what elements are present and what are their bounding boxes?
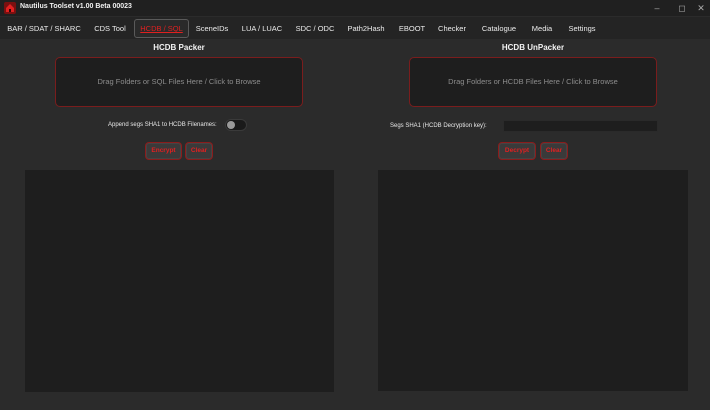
decryption-key-label: Segs SHA1 (HCDB Decryption key): <box>390 123 487 129</box>
title-bar: Nautilus Toolset v1.00 Beta 00023 – ◻ ✕ <box>0 0 710 16</box>
decrypt-button[interactable]: Decrypt <box>499 143 535 159</box>
unpacker-clear-button[interactable]: Clear <box>541 143 567 159</box>
packer-title: HCDB Packer <box>153 43 205 52</box>
tab-catalogue[interactable]: Catalogue <box>478 19 520 38</box>
tab-cds-tool[interactable]: CDS Tool <box>88 19 132 38</box>
toggle-knob <box>227 121 235 129</box>
unpacker-title: HCDB UnPacker <box>501 43 565 52</box>
tab-checker[interactable]: Checker <box>436 19 468 38</box>
tab-eboot[interactable]: EBOOT <box>396 19 428 38</box>
decryption-key-input[interactable] <box>503 120 658 132</box>
tab-sceneids[interactable]: SceneIDs <box>193 19 231 38</box>
app-logo-icon <box>4 2 16 14</box>
tab-media[interactable]: Media <box>528 19 556 38</box>
close-icon[interactable]: ✕ <box>694 1 708 15</box>
packer-dropzone[interactable]: Drag Folders or SQL Files Here / Click t… <box>55 57 303 107</box>
maximize-icon[interactable]: ◻ <box>675 1 689 15</box>
window-title: Nautilus Toolset v1.00 Beta 00023 <box>20 3 132 10</box>
encrypt-button[interactable]: Encrypt <box>146 143 181 159</box>
minimize-icon[interactable]: – <box>650 1 664 15</box>
tab-settings[interactable]: Settings <box>564 19 600 38</box>
append-sha1-toggle[interactable] <box>225 119 247 131</box>
tab-bar-sdat-sharc[interactable]: BAR / SDAT / SHARC <box>6 19 82 38</box>
append-sha1-label: Append segs SHA1 to HCDB Filenames: <box>108 122 217 128</box>
tab-sdc-odc[interactable]: SDC / ODC <box>292 19 338 38</box>
packer-output-area <box>25 170 334 392</box>
packer-clear-button[interactable]: Clear <box>186 143 212 159</box>
tab-bar: BAR / SDAT / SHARC CDS Tool HCDB / SQL S… <box>0 17 710 39</box>
tab-hcdb-sql[interactable]: HCDB / SQL <box>134 19 189 38</box>
tab-path2hash[interactable]: Path2Hash <box>345 19 387 38</box>
tab-lua-luac[interactable]: LUA / LUAC <box>238 19 286 38</box>
unpacker-output-area <box>378 170 688 391</box>
unpacker-dropzone[interactable]: Drag Folders or HCDB Files Here / Click … <box>409 57 657 107</box>
